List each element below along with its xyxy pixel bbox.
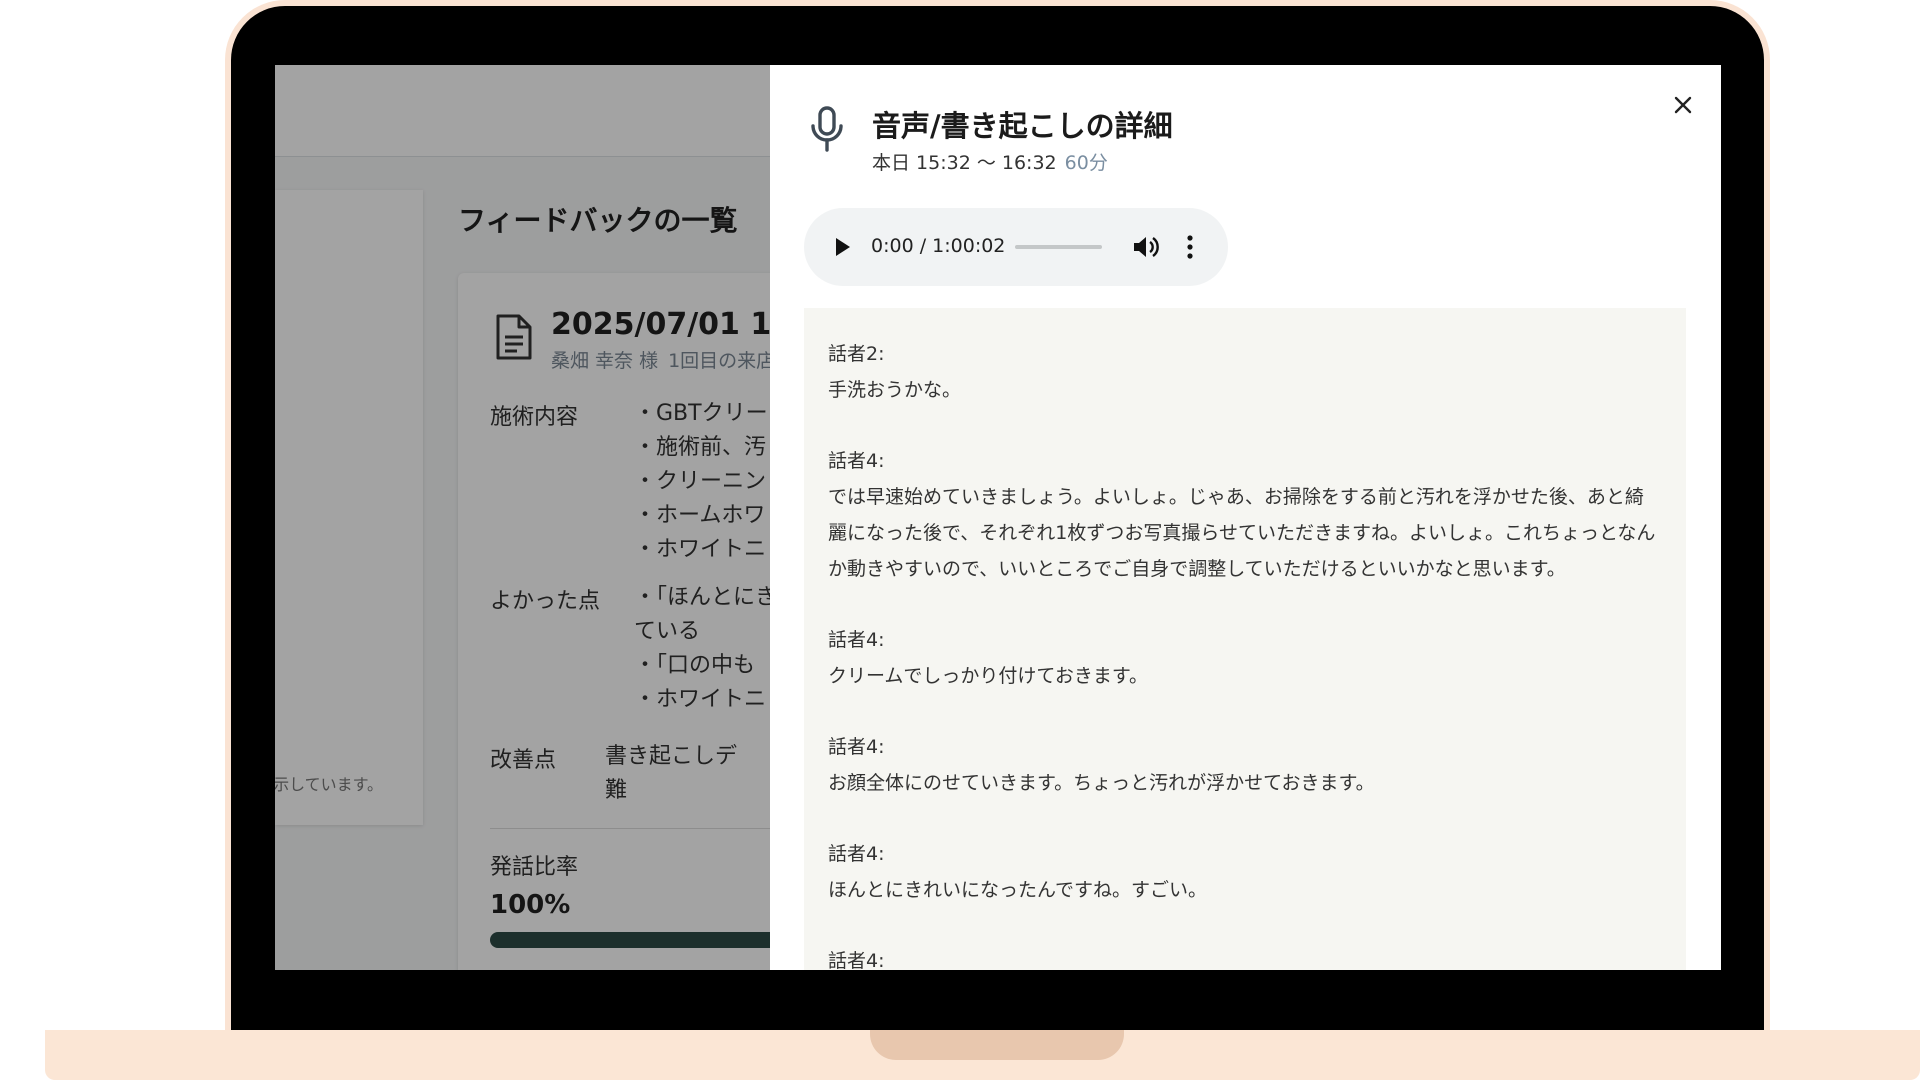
speaker-label: 話者4:	[828, 950, 885, 970]
duration: 60分	[1064, 152, 1108, 174]
speaker-label: 話者4:	[828, 629, 885, 651]
more-options-icon[interactable]	[1184, 233, 1196, 261]
transcript-entry: 話者4:	[828, 943, 1662, 970]
utterance-text: では早速始めていきましょう。よいしょ。じゃあ、お掃除をする前と汚れを浮かせた後、…	[828, 486, 1656, 580]
speaker-label: 話者4:	[828, 843, 885, 865]
speaker-label: 話者4:	[828, 736, 885, 758]
transcript-entry: 話者4: お顔全体にのせていきます。ちょっと汚れが浮かせておきます。	[828, 729, 1662, 801]
speaker-label: 話者2:	[828, 343, 885, 365]
drawer-title: 音声/書き起こしの詳細	[872, 109, 1173, 143]
app-screen: 示しています。 フィードバックの一覧 2025/07/01 15:0 桑畑 幸奈…	[275, 65, 1721, 970]
recording-time: 本日 15:32 〜 16:32 60分	[872, 148, 1108, 175]
transcript-entry: 話者4: クリームでしっかり付けておきます。	[828, 622, 1662, 694]
transcript-drawer: 音声/書き起こしの詳細 本日 15:32 〜 16:32 60分 0:00 / 1…	[770, 65, 1721, 970]
volume-icon[interactable]	[1132, 234, 1160, 260]
time-range: 本日 15:32 〜 16:32	[872, 152, 1057, 174]
utterance-text: クリームでしっかり付けておきます。	[828, 665, 1148, 687]
microphone-icon	[811, 106, 843, 152]
speaker-label: 話者4:	[828, 450, 885, 472]
transcript-panel[interactable]: 話者2: 手洗おうかな。 話者4: では早速始めていきましょう。よいしょ。じゃあ…	[804, 308, 1686, 970]
audio-player[interactable]: 0:00 / 1:00:02	[804, 208, 1228, 286]
laptop-notch	[870, 1030, 1124, 1060]
seek-bar[interactable]	[1015, 245, 1102, 249]
utterance-text: 手洗おうかな。	[828, 379, 962, 401]
utterance-text: ほんとにきれいになったんですね。すごい。	[828, 879, 1208, 901]
utterance-text: お顔全体にのせていきます。ちょっと汚れが浮かせておきます。	[828, 772, 1375, 794]
transcript-entry: 話者4: ほんとにきれいになったんですね。すごい。	[828, 836, 1662, 908]
audio-time-display: 0:00 / 1:00:02	[871, 235, 1006, 257]
play-icon[interactable]	[832, 235, 852, 259]
transcript-entry: 話者4: では早速始めていきましょう。よいしょ。じゃあ、お掃除をする前と汚れを浮…	[828, 443, 1662, 587]
close-button[interactable]	[1665, 87, 1701, 123]
close-icon	[1674, 96, 1692, 114]
transcript-entry: 話者2: 手洗おうかな。	[828, 336, 1662, 408]
